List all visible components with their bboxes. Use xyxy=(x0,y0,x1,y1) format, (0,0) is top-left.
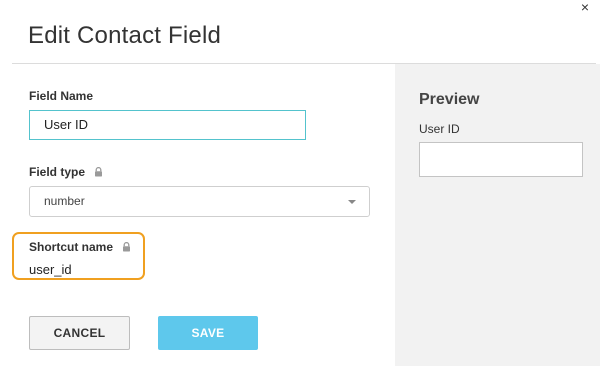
field-name-input[interactable]: User ID xyxy=(29,110,306,140)
shortcut-name-label: Shortcut name xyxy=(29,240,114,254)
close-button[interactable]: × xyxy=(578,0,592,14)
preview-title: Preview xyxy=(419,91,480,108)
field-type-label-row: Field type xyxy=(29,165,103,180)
field-type-selected-value: number xyxy=(44,194,85,208)
lock-icon xyxy=(94,166,103,180)
edit-contact-field-dialog: × Edit Contact Field Field Name User ID … xyxy=(0,0,600,366)
shortcut-name-label-row: Shortcut name xyxy=(29,240,131,255)
close-icon: × xyxy=(580,0,590,15)
dialog-title: Edit Contact Field xyxy=(28,22,222,49)
chevron-down-icon xyxy=(348,200,356,204)
field-type-label: Field type xyxy=(29,165,86,179)
field-type-select[interactable]: number xyxy=(29,186,370,217)
preview-field-label: User ID xyxy=(419,122,460,136)
preview-panel xyxy=(395,64,600,366)
field-name-value: User ID xyxy=(44,117,89,132)
field-name-label: Field Name xyxy=(29,89,94,103)
save-button[interactable]: SAVE xyxy=(158,316,258,350)
preview-input[interactable] xyxy=(419,142,583,177)
lock-icon xyxy=(122,241,131,255)
shortcut-name-value: user_id xyxy=(29,262,72,277)
cancel-button[interactable]: CANCEL xyxy=(29,316,130,350)
